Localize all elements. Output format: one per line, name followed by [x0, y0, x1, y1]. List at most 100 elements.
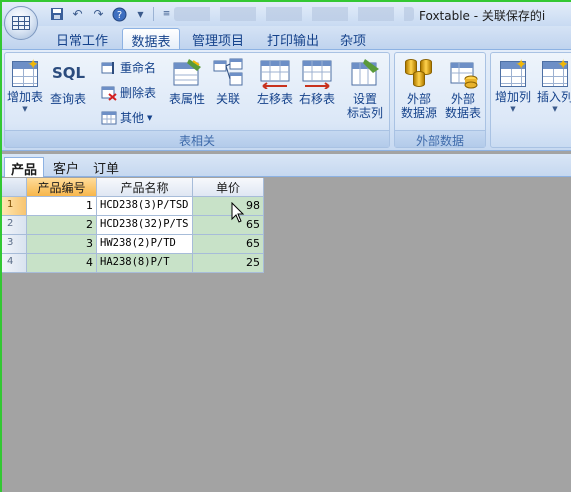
chevron-down-icon: ▼: [552, 105, 558, 113]
tab-products[interactable]: 产品: [4, 157, 44, 178]
ribbon-tab-strip: 日常工作 数据表 管理项目 打印输出 杂项: [2, 26, 571, 50]
group-external-data: 外部 数据源 外部 数据表 外部数据: [394, 52, 486, 148]
rename-icon: [101, 60, 117, 76]
customize-qat-icon[interactable]: ≡: [158, 6, 175, 23]
external-table-button[interactable]: 外部 数据表: [441, 57, 485, 120]
rename-button[interactable]: 重命名: [101, 59, 156, 76]
set-flag-column-label-1: 设置: [352, 92, 377, 106]
external-source-label-2: 数据源: [400, 106, 437, 120]
cell-product-id[interactable]: 4: [27, 254, 97, 273]
tab-manage-project[interactable]: 管理项目: [187, 28, 249, 50]
query-table-button[interactable]: SQL 查询表: [49, 57, 87, 106]
tab-print-output[interactable]: 打印输出: [262, 28, 324, 50]
insert-column-button[interactable]: ✦ 插入列 ▼: [535, 57, 571, 114]
sql-icon: SQL: [52, 64, 86, 82]
delete-table-label: 删除表: [120, 86, 157, 100]
move-left-button[interactable]: 左移表: [255, 57, 295, 106]
delete-table-button[interactable]: 删除表: [101, 84, 156, 101]
mouse-cursor-icon: [231, 202, 245, 223]
set-flag-column-label-2: 标志列: [346, 106, 383, 120]
undo-icon[interactable]: ↶: [69, 6, 86, 23]
table-tab-strip: 产品 客户 订单: [2, 154, 571, 178]
cell-product-id[interactable]: 3: [27, 235, 97, 254]
add-table-label: 增加表: [7, 90, 44, 104]
help-icon[interactable]: ?: [111, 6, 128, 23]
window-title: Foxtable - 关联保存的i: [419, 9, 546, 23]
external-source-button[interactable]: 外部 数据源: [397, 57, 441, 120]
cell-product-name[interactable]: HCD238(3)P/TSD: [97, 197, 193, 216]
relation-label: 关联: [215, 92, 240, 106]
tab-orders[interactable]: 订单: [88, 157, 124, 177]
app-menu-button[interactable]: [4, 6, 38, 40]
rename-label: 重命名: [120, 61, 157, 75]
blurred-toolbar-area: [174, 7, 414, 21]
move-left-label: 左移表: [256, 92, 293, 106]
row-number[interactable]: 4: [2, 254, 27, 273]
tab-misc[interactable]: 杂项: [335, 28, 371, 50]
cell-product-id[interactable]: 2: [27, 216, 97, 235]
table-row[interactable]: 1 1 HCD238(3)P/TSD 98: [2, 197, 264, 216]
cell-product-name[interactable]: HA238(8)P/T: [97, 254, 193, 273]
external-table-label-2: 数据表: [444, 106, 481, 120]
add-table-icon: ✦: [12, 58, 39, 87]
redo-icon[interactable]: ↷: [90, 6, 107, 23]
table-other-icon: [101, 110, 117, 126]
table-row[interactable]: 3 3 HW238(2)P/TD 65: [2, 235, 264, 254]
row-number[interactable]: 1: [2, 197, 27, 216]
other-button[interactable]: 其他 ▼: [101, 109, 152, 126]
query-table-label: 查询表: [49, 92, 86, 106]
insert-column-icon: ✦: [542, 58, 569, 87]
delete-table-icon: [101, 85, 117, 101]
column-header-price[interactable]: 单价: [193, 178, 264, 197]
cell-product-name[interactable]: HCD238(32)P/TS: [97, 216, 193, 235]
cell-product-id[interactable]: 1: [27, 197, 97, 216]
chevron-down-icon: ▼: [22, 105, 28, 113]
move-right-label: 右移表: [298, 92, 335, 106]
qat-separator: [153, 7, 154, 21]
move-right-icon: [301, 57, 333, 90]
cell-price[interactable]: 65: [193, 216, 264, 235]
group-columns: ✦ 增加列 ▼ ✦ 插入列 ▼: [490, 52, 571, 148]
cell-price[interactable]: 65: [193, 235, 264, 254]
row-number[interactable]: 2: [2, 216, 27, 235]
column-header-product-name[interactable]: 产品名称: [97, 178, 193, 197]
cell-product-name[interactable]: HW238(2)P/TD: [97, 235, 193, 254]
quick-access-toolbar: ↶ ↷ ? ▼ ≡: [48, 5, 175, 23]
group-table-label: 表相关: [5, 130, 389, 148]
relation-icon: [212, 57, 244, 89]
table-row[interactable]: 4 4 HA238(8)P/T 25: [2, 254, 264, 273]
add-column-button[interactable]: ✦ 增加列 ▼: [493, 57, 533, 114]
table-row[interactable]: 2 2 HCD238(32)P/TS 65: [2, 216, 264, 235]
add-table-button[interactable]: ✦ 增加表 ▼: [7, 57, 43, 114]
save-icon[interactable]: [48, 6, 65, 23]
other-label: 其他: [120, 111, 145, 125]
tab-data-table[interactable]: 数据表: [122, 28, 180, 50]
tab-customers[interactable]: 客户: [48, 157, 84, 177]
move-right-button[interactable]: 右移表: [297, 57, 337, 106]
grid-header-row: 产品编号 产品名称 单价: [2, 178, 264, 197]
app-grid-icon: [12, 16, 30, 30]
external-source-icon: [403, 57, 435, 89]
table-properties-button[interactable]: 表属性: [167, 57, 207, 106]
external-source-label-1: 外部: [406, 92, 431, 106]
chevron-down-icon[interactable]: ▼: [132, 6, 149, 23]
title-bar: ↶ ↷ ? ▼ ≡ Foxtable - 关联保存的i: [2, 2, 571, 26]
row-number[interactable]: 3: [2, 235, 27, 254]
move-left-icon: [259, 57, 291, 90]
add-column-icon: ✦: [500, 58, 527, 87]
relation-button[interactable]: 关联: [211, 57, 245, 106]
cell-price[interactable]: 98: [193, 197, 264, 216]
group-table: ✦ 增加表 ▼ SQL 查询表 重命名 删除表 其他 ▼ 表属性 关联 左移表 …: [4, 52, 390, 148]
svg-text:?: ?: [117, 10, 122, 21]
chevron-down-icon: ▼: [147, 113, 153, 122]
flag-column-icon: [349, 57, 381, 89]
tab-daily-work[interactable]: 日常工作: [52, 28, 112, 50]
group-external-data-label: 外部数据: [395, 130, 485, 148]
column-header-product-id[interactable]: 产品编号: [27, 178, 97, 197]
grid-corner[interactable]: [2, 178, 27, 197]
chevron-down-icon: ▼: [510, 105, 516, 113]
cell-price[interactable]: 25: [193, 254, 264, 273]
add-column-label: 增加列: [494, 90, 531, 104]
insert-column-label: 插入列: [536, 90, 571, 104]
set-flag-column-button[interactable]: 设置 标志列: [345, 57, 385, 120]
